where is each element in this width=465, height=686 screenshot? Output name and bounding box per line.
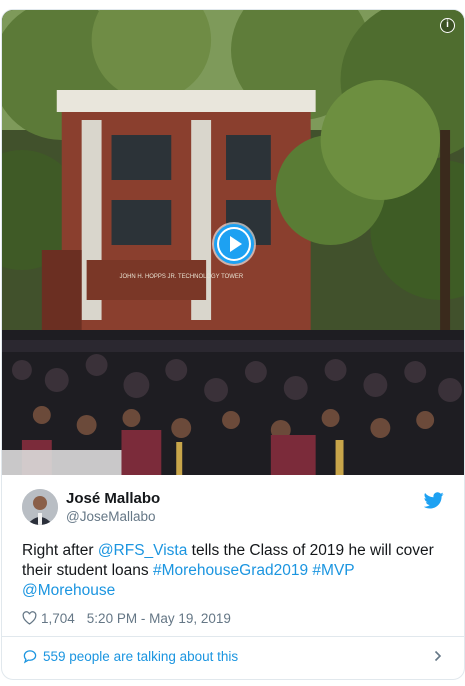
- tweet-header: José Mallabo @JoseMallabo: [2, 475, 464, 525]
- hashtag-morehousegrad2019[interactable]: #MorehouseGrad2019: [153, 562, 308, 579]
- chevron-right-icon: [434, 650, 442, 662]
- video-thumbnail[interactable]: JOHN H. HOPPS JR. TECHNOLOGY TOWER i: [2, 10, 464, 475]
- tweet-meta: 1,704 5:20 PM - May 19, 2019: [2, 609, 464, 627]
- tweet-timestamp[interactable]: 5:20 PM - May 19, 2019: [87, 611, 231, 626]
- conversation-link[interactable]: 559 people are talking about this: [2, 637, 464, 675]
- heart-icon[interactable]: [22, 611, 37, 625]
- like-count[interactable]: 1,704: [41, 611, 75, 626]
- tweet-text-prefix: Right after: [22, 542, 98, 559]
- building-sign: JOHN H. HOPPS JR. TECHNOLOGY TOWER: [119, 274, 243, 280]
- hashtag-mvp[interactable]: #MVP: [312, 562, 354, 579]
- avatar[interactable]: [22, 489, 58, 525]
- mention-rfs-vista[interactable]: @RFS_Vista: [98, 542, 188, 559]
- tweet-text: Right after @RFS_Vista tells the Class o…: [2, 525, 464, 601]
- speech-bubble-icon: [23, 649, 37, 664]
- info-icon[interactable]: i: [440, 18, 455, 33]
- display-name[interactable]: José Mallabo: [66, 490, 160, 507]
- user-handle[interactable]: @JoseMallabo: [66, 509, 160, 524]
- talking-count-text: 559 people are talking about this: [43, 648, 239, 664]
- play-icon: [219, 229, 249, 259]
- embedded-tweet-card: JOHN H. HOPPS JR. TECHNOLOGY TOWER i Jos…: [1, 9, 465, 680]
- play-button[interactable]: [214, 224, 254, 264]
- twitter-bird-icon[interactable]: [424, 492, 444, 509]
- mention-morehouse[interactable]: @Morehouse: [22, 582, 115, 599]
